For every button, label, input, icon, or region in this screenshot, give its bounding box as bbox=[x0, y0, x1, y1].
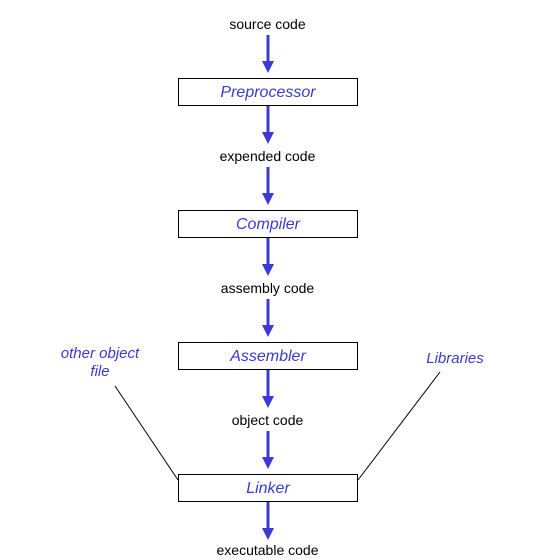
connector-right bbox=[0, 0, 535, 560]
label-executable-code: executable code bbox=[0, 542, 535, 558]
arrow-linker-out bbox=[262, 502, 274, 540]
